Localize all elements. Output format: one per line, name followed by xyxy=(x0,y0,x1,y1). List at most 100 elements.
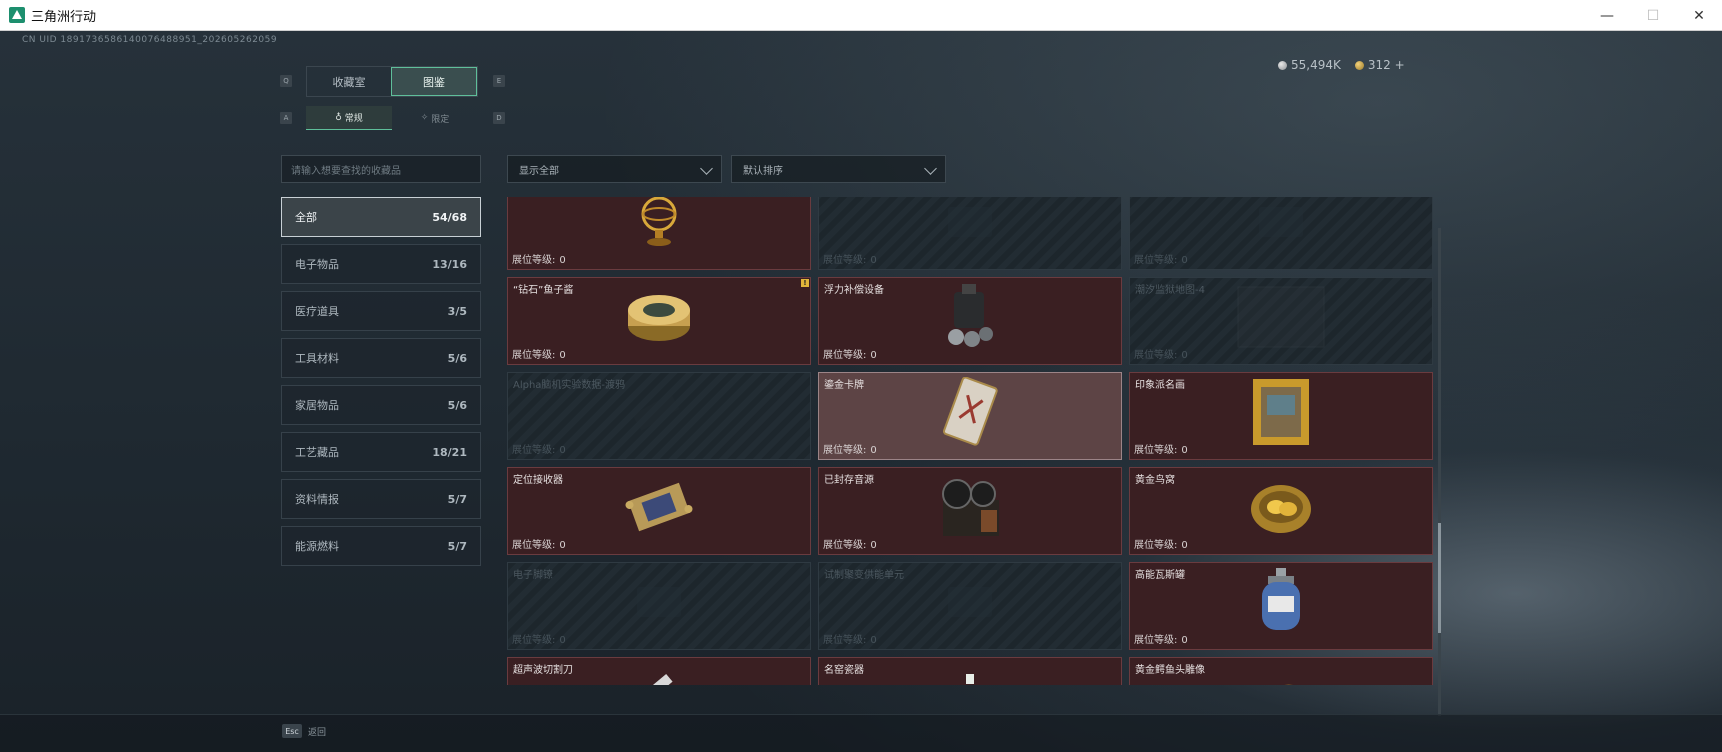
window-titlebar: 三角洲行动 — ☐ ✕ xyxy=(0,0,1722,31)
level-value: 0 xyxy=(1181,350,1188,361)
minimize-button[interactable]: — xyxy=(1584,0,1630,31)
category-count: 5/7 xyxy=(447,492,467,506)
level-value: 0 xyxy=(1181,635,1188,646)
currency-bar: 55,494K 312 + xyxy=(1278,58,1405,72)
grid-scrollbar[interactable] xyxy=(1438,228,1441,716)
collection-item-card[interactable]: 黄金鸟窝 展位等级: 0 xyxy=(1129,467,1433,555)
item-name: “钻石”鱼子酱 xyxy=(513,285,574,296)
window-title: 三角洲行动 xyxy=(31,9,97,25)
level-value: 0 xyxy=(559,540,566,551)
app-logo-icon xyxy=(9,7,25,23)
search-input[interactable]: 请输入想要查找的收藏品 xyxy=(281,155,481,183)
scrollbar-thumb[interactable] xyxy=(1438,523,1441,633)
level-prefix: 展位等级: xyxy=(823,445,867,456)
item-name: 黄金鸟窝 xyxy=(1135,475,1175,486)
diving-gear-icon xyxy=(942,282,998,356)
level-value: 0 xyxy=(870,445,877,456)
collection-item-card[interactable]: 展位等级: 0 xyxy=(1129,197,1433,270)
locked-item-icon xyxy=(1251,197,1311,251)
category-count: 3/5 xyxy=(447,304,467,318)
limited-icon: ✧ xyxy=(420,113,429,123)
level-prefix: 展位等级: xyxy=(1134,445,1178,456)
collection-item-card[interactable]: 超声波切割刀 xyxy=(507,657,811,685)
collection-item-card[interactable]: 展位等级: 0 xyxy=(507,197,811,270)
item-name: 超声波切割刀 xyxy=(513,665,573,676)
collection-item-card[interactable]: 试制聚变供能单元 展位等级: 0 xyxy=(818,562,1122,650)
receiver-icon xyxy=(622,475,696,543)
item-level: 展位等级: 0 xyxy=(823,251,877,266)
category-energy[interactable]: 能源燃料 5/7 xyxy=(281,526,481,566)
item-level: 展位等级: 0 xyxy=(512,441,566,456)
level-value: 0 xyxy=(559,255,566,266)
subtab-limited[interactable]: ✧ 限定 xyxy=(392,106,478,130)
display-filter-dropdown[interactable]: 显示全部 xyxy=(507,155,722,183)
item-level: 展位等级: 0 xyxy=(823,536,877,551)
tab-catalog[interactable]: 图鉴 xyxy=(391,67,477,96)
collection-item-card[interactable]: 定位接收器 展位等级: 0 xyxy=(507,467,811,555)
subtab-regular[interactable]: ♁ 常规 xyxy=(306,106,392,130)
category-household[interactable]: 家居物品 5/6 xyxy=(281,385,481,425)
close-button[interactable]: ✕ xyxy=(1676,0,1722,31)
category-label: 工具材料 xyxy=(295,352,339,365)
level-value: 0 xyxy=(870,635,877,646)
armillary-sphere-icon xyxy=(629,197,689,256)
category-count: 54/68 xyxy=(432,210,467,224)
level-prefix: 展位等级: xyxy=(823,350,867,361)
collection-item-card[interactable]: 浮力补偿设备 展位等级: 0 xyxy=(818,277,1122,365)
item-level: 展位等级: 0 xyxy=(512,631,566,646)
category-intel[interactable]: 资料情报 5/7 xyxy=(281,479,481,519)
caviar-tin-icon xyxy=(624,286,694,352)
category-crafts[interactable]: 工艺藏品 18/21 xyxy=(281,432,481,472)
subtab-next-key: D xyxy=(493,112,505,124)
tab-prev-key: Q xyxy=(280,75,292,87)
collection-item-card[interactable]: “钻石”鱼子酱 展位等级: 0! xyxy=(507,277,811,365)
locked-item-icon xyxy=(940,197,1000,251)
category-count: 18/21 xyxy=(432,445,467,459)
level-prefix: 展位等级: xyxy=(823,540,867,551)
item-name: 印象派名画 xyxy=(1135,380,1185,391)
level-value: 0 xyxy=(1181,540,1188,551)
cutter-icon xyxy=(626,672,692,685)
level-value: 0 xyxy=(1181,255,1188,266)
game-screen: CN UID 1891736586140076488951_2026052620… xyxy=(0,31,1722,752)
collection-item-card[interactable]: 名窑瓷器 xyxy=(818,657,1122,685)
golden-nest-icon xyxy=(1248,477,1314,541)
maximize-button[interactable]: ☐ xyxy=(1630,0,1676,31)
category-count: 13/16 xyxy=(432,257,467,271)
category-all[interactable]: 全部 54/68 xyxy=(281,197,481,237)
category-electronics[interactable]: 电子物品 13/16 xyxy=(281,244,481,284)
add-currency-button[interactable]: + xyxy=(1395,58,1405,72)
collection-item-card[interactable]: 鎏金卡牌 展位等级: 0 xyxy=(818,372,1122,460)
collection-item-card[interactable]: 展位等级: 0 xyxy=(818,197,1122,270)
category-medical[interactable]: 医疗道具 3/5 xyxy=(281,291,481,331)
collection-item-card[interactable]: Alpha脑机实验数据-渡鸦 展位等级: 0 xyxy=(507,372,811,460)
collection-item-card[interactable]: 印象派名画展位等级: 0 xyxy=(1129,372,1433,460)
back-label: 返回 xyxy=(308,727,327,738)
level-prefix: 展位等级: xyxy=(512,635,556,646)
tab-collection-room[interactable]: 收藏室 xyxy=(307,67,391,96)
reel-recorder-icon xyxy=(935,474,1005,544)
level-value: 0 xyxy=(1181,445,1188,456)
window-controls: — ☐ ✕ xyxy=(1584,0,1722,31)
collection-item-card[interactable]: 潮汐监狱地图-4 展位等级: 0 xyxy=(1129,277,1433,365)
back-button[interactable]: Esc 返回 xyxy=(282,724,326,738)
regular-icon: ♁ xyxy=(335,112,342,123)
collection-item-card[interactable]: 黄金鳄鱼头雕像 xyxy=(1129,657,1433,685)
sort-dropdown[interactable]: 默认排序 xyxy=(731,155,946,183)
silver-coin-icon xyxy=(1278,61,1287,70)
collection-item-card[interactable]: 已封存音源展位等级: 0 xyxy=(818,467,1122,555)
item-name: 电子脚镣 xyxy=(513,570,553,581)
collection-item-card[interactable]: 电子脚镣展位等级: 0 xyxy=(507,562,811,650)
item-name: 已封存音源 xyxy=(824,475,874,486)
collection-item-card[interactable]: 高能瓦斯罐 展位等级: 0 xyxy=(1129,562,1433,650)
level-prefix: 展位等级: xyxy=(1134,350,1178,361)
locked-item-icon xyxy=(940,577,1000,631)
collection-grid: 展位等级: 0 展位等级: 0 展位等级: 0 “钻石”鱼子酱 展位等级: 0! 浮力补偿设备 展位… xyxy=(507,197,1433,685)
category-count: 5/7 xyxy=(447,539,467,553)
level-value: 0 xyxy=(870,540,877,551)
level-prefix: 展位等级: xyxy=(512,255,556,266)
item-name: 浮力补偿设备 xyxy=(824,285,884,296)
category-tools[interactable]: 工具材料 5/6 xyxy=(281,338,481,378)
item-level: 展位等级: 0 xyxy=(1134,631,1188,646)
level-value: 0 xyxy=(870,255,877,266)
